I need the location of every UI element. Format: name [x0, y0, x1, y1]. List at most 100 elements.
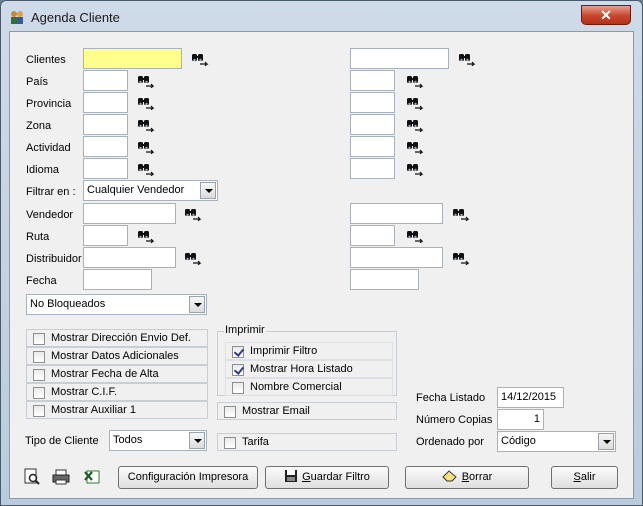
bloqueo-select[interactable]: No Bloqueados	[26, 294, 207, 315]
ruta-from-input[interactable]	[83, 225, 128, 246]
zona-label: Zona	[26, 120, 52, 132]
provincia-from-input[interactable]	[83, 92, 128, 113]
salir-button[interactable]: Salir	[551, 466, 618, 489]
check-label: Tarifa	[242, 436, 269, 448]
binoculars-icon[interactable]	[137, 140, 155, 154]
distribuidor-to-input[interactable]	[350, 247, 443, 268]
ruta-to-input[interactable]	[350, 225, 395, 246]
filtrar-en-value: Cualquier Vendedor	[87, 184, 185, 196]
printer-icon[interactable]	[52, 468, 70, 486]
checkbox[interactable]	[33, 387, 45, 399]
check-direccion-envio[interactable]: Mostrar Dirección Envio Def.	[26, 329, 208, 347]
binoculars-icon[interactable]	[137, 96, 155, 110]
chevron-down-icon[interactable]	[189, 296, 205, 313]
people-icon	[11, 11, 23, 24]
print-preview-icon[interactable]	[23, 468, 41, 486]
idioma-from-input[interactable]	[83, 158, 128, 179]
vendedor-label: Vendedor	[26, 209, 74, 221]
check-label: Mostrar Hora Listado	[250, 363, 353, 375]
eraser-icon	[441, 470, 457, 482]
binoculars-icon[interactable]	[137, 162, 155, 176]
pais-from-input[interactable]	[83, 70, 128, 91]
actividad-from-input[interactable]	[83, 136, 128, 157]
check-cif[interactable]: Mostrar C.I.F.	[26, 383, 208, 401]
zona-to-input[interactable]	[350, 114, 395, 135]
numero-copias-value: 1	[533, 413, 540, 425]
close-icon: ✕	[600, 7, 612, 23]
binoculars-icon[interactable]	[137, 118, 155, 132]
fecha-listado-label: Fecha Listado	[416, 392, 486, 404]
filtrar-en-select[interactable]: Cualquier Vendedor	[83, 180, 218, 201]
check-tarifa[interactable]: Tarifa	[217, 433, 397, 451]
binoculars-icon[interactable]	[406, 96, 424, 110]
clientes-to-input[interactable]	[350, 48, 449, 69]
checkbox[interactable]	[232, 346, 244, 358]
check-auxiliar-1[interactable]: Mostrar Auxiliar 1	[26, 401, 208, 419]
button-label: uardar Filtro	[310, 471, 370, 483]
binoculars-icon[interactable]	[406, 229, 424, 243]
binoculars-icon[interactable]	[406, 74, 424, 88]
checkbox[interactable]	[33, 351, 45, 363]
check-label: Mostrar Fecha de Alta	[51, 368, 159, 380]
borrar-button[interactable]: Borrar	[405, 466, 529, 489]
binoculars-icon[interactable]	[452, 251, 470, 265]
check-datos-adicionales[interactable]: Mostrar Datos Adicionales	[26, 347, 208, 365]
fecha-from-input[interactable]	[83, 269, 152, 290]
fecha-listado-input[interactable]: 14/12/2015	[497, 387, 564, 408]
provincia-to-input[interactable]	[350, 92, 395, 113]
numero-copias-input[interactable]: 1	[497, 409, 544, 430]
binoculars-icon[interactable]	[137, 229, 155, 243]
title-bar[interactable]: Agenda Cliente ✕	[1, 1, 642, 31]
binoculars-icon[interactable]	[406, 118, 424, 132]
check-mostrar-email[interactable]: Mostrar Email	[217, 402, 397, 420]
button-label: orrar	[469, 471, 493, 483]
fecha-label: Fecha	[26, 275, 57, 287]
vendedor-from-input[interactable]	[83, 203, 176, 224]
close-button[interactable]: ✕	[581, 5, 631, 25]
distribuidor-from-input[interactable]	[83, 247, 176, 268]
check-label: Mostrar Datos Adicionales	[51, 350, 179, 362]
guardar-filtro-button[interactable]: Guardar Filtro	[265, 466, 389, 489]
check-fecha-alta[interactable]: Mostrar Fecha de Alta	[26, 365, 208, 383]
tipo-cliente-value: Todos	[113, 434, 143, 446]
distribuidor-label: Distribuidor	[26, 253, 82, 265]
vendedor-to-input[interactable]	[350, 203, 443, 224]
checkbox[interactable]	[232, 382, 244, 394]
check-mostrar-hora[interactable]: Mostrar Hora Listado	[225, 360, 393, 378]
check-label: Nombre Comercial	[250, 381, 342, 393]
binoculars-icon[interactable]	[406, 162, 424, 176]
check-imprimir-filtro[interactable]: Imprimir Filtro	[225, 342, 393, 360]
ordenado-por-select[interactable]: Código	[497, 431, 616, 452]
check-label: Mostrar C.I.F.	[51, 386, 118, 398]
actividad-label: Actividad	[26, 142, 71, 154]
window-title: Agenda Cliente	[31, 10, 120, 25]
checkbox[interactable]	[33, 333, 45, 345]
binoculars-icon[interactable]	[184, 251, 202, 265]
fecha-to-input[interactable]	[350, 269, 419, 290]
checkbox[interactable]	[232, 364, 244, 376]
binoculars-icon[interactable]	[191, 52, 209, 66]
checkbox[interactable]	[33, 405, 45, 417]
numero-copias-label: Número Copias	[416, 414, 493, 426]
chevron-down-icon[interactable]	[200, 182, 216, 199]
actividad-to-input[interactable]	[350, 136, 395, 157]
tipo-cliente-select[interactable]: Todos	[109, 430, 207, 451]
zona-from-input[interactable]	[83, 114, 128, 135]
binoculars-icon[interactable]	[406, 140, 424, 154]
binoculars-icon[interactable]	[184, 207, 202, 221]
chevron-down-icon[interactable]	[598, 433, 614, 450]
idioma-to-input[interactable]	[350, 158, 395, 179]
binoculars-icon[interactable]	[458, 52, 476, 66]
binoculars-icon[interactable]	[452, 207, 470, 221]
check-nombre-comercial[interactable]: Nombre Comercial	[225, 378, 393, 396]
excel-icon[interactable]	[83, 468, 101, 486]
checkbox[interactable]	[33, 369, 45, 381]
chevron-down-icon[interactable]	[189, 432, 205, 449]
checkbox[interactable]	[224, 437, 236, 449]
checkbox[interactable]	[224, 406, 236, 418]
clientes-from-input[interactable]	[83, 48, 182, 69]
pais-to-input[interactable]	[350, 70, 395, 91]
binoculars-icon[interactable]	[137, 74, 155, 88]
configuracion-impresora-button[interactable]: Configuración Impresora	[118, 466, 258, 489]
form-body: Clientes País Provincia Zona Actividad I…	[9, 31, 634, 499]
